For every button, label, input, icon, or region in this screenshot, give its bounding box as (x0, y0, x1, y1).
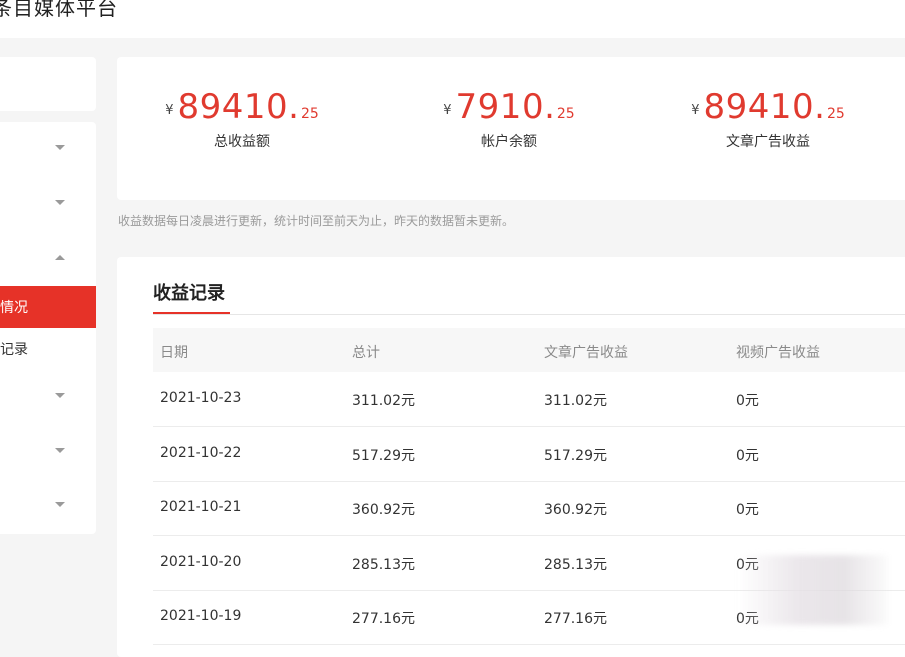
date-cell: 2021-10-22 (160, 445, 242, 461)
column-header-article-ad: 文章广告收益 (544, 345, 628, 361)
currency-symbol: ¥ (443, 103, 452, 118)
amount-dot: . (544, 87, 555, 127)
chevron-down-icon (55, 393, 65, 398)
stat-label: 帐户余额 (481, 134, 537, 150)
amount-decimal: 25 (556, 106, 575, 122)
video-ad-cell: 0元 (736, 448, 759, 464)
sidebar-item-7[interactable] (0, 430, 96, 472)
table-row: 2021-10-21 360.92元 360.92元 0元 (153, 481, 905, 536)
stat-amount: ¥7910. 25 (419, 87, 599, 127)
article-ad-cell: 311.02元 (544, 393, 607, 409)
tab-income-records[interactable]: 收益记录 (153, 279, 225, 305)
chevron-up-icon (55, 255, 65, 260)
sidebar-item-income-records[interactable]: 记录 (0, 328, 96, 370)
amount-decimal: 25 (300, 106, 319, 122)
stat-account-balance: ¥7910. 25 帐户余额 (419, 87, 599, 151)
column-header-video-ad: 视频广告收益 (736, 345, 820, 361)
column-header-date: 日期 (160, 345, 188, 361)
amount-decimal: 25 (826, 106, 845, 122)
table-row: 2021-10-23 311.02元 311.02元 0元 (153, 372, 905, 427)
amount-dot: . (814, 87, 825, 127)
sidebar-header-panel (0, 57, 96, 111)
update-note: 收益数据每日凌晨进行更新，统计时间至前天为止，昨天的数据暂未更新。 (118, 214, 515, 228)
chevron-down-icon (55, 448, 65, 453)
stat-total-income: ¥89410. 25 总收益额 (152, 87, 332, 151)
stat-label: 总收益额 (214, 134, 270, 150)
sidebar-item-label: 情况 (0, 300, 28, 316)
chevron-down-icon (55, 145, 65, 150)
stat-label: 文章广告收益 (726, 134, 810, 150)
article-ad-cell: 277.16元 (544, 611, 607, 627)
currency-symbol: ¥ (165, 103, 174, 118)
column-header-total: 总计 (352, 345, 380, 361)
date-cell: 2021-10-21 (160, 499, 242, 515)
sidebar-item-income-overview[interactable]: 情况 (0, 286, 96, 328)
total-cell: 517.29元 (352, 448, 415, 464)
sidebar-item-label: 记录 (0, 342, 28, 358)
sidebar-item-6[interactable] (0, 375, 96, 417)
chevron-down-icon (55, 502, 65, 507)
date-cell: 2021-10-23 (160, 390, 242, 406)
amount-integer: 7910 (455, 87, 545, 127)
blurred-watermark (738, 555, 888, 625)
total-cell: 277.16元 (352, 611, 415, 627)
article-ad-cell: 285.13元 (544, 557, 607, 573)
table-row: 2021-10-22 517.29元 517.29元 0元 (153, 427, 905, 482)
sidebar-menu: 情况 记录 (0, 122, 96, 534)
article-ad-cell: 517.29元 (544, 448, 607, 464)
sidebar-item-8[interactable] (0, 484, 96, 526)
article-ad-cell: 360.92元 (544, 502, 607, 518)
divider (153, 314, 905, 315)
stat-amount: ¥89410. 25 (678, 87, 858, 127)
date-cell: 2021-10-19 (160, 608, 242, 624)
amount-integer: 89410 (177, 87, 289, 127)
total-cell: 360.92元 (352, 502, 415, 518)
app-title: 条目媒体平台 (0, 0, 118, 20)
stat-amount: ¥89410. 25 (152, 87, 332, 127)
currency-symbol: ¥ (691, 103, 700, 118)
video-ad-cell: 0元 (736, 393, 759, 409)
sidebar-item-3[interactable] (0, 237, 96, 279)
sidebar-item-1[interactable] (0, 127, 96, 169)
stat-article-ad-income: ¥89410. 25 文章广告收益 (678, 87, 858, 151)
sidebar-item-2[interactable] (0, 182, 96, 224)
income-summary-card: ¥89410. 25 总收益额 ¥7910. 25 帐户余额 ¥89410. 25 文… (117, 57, 905, 200)
amount-dot: . (288, 87, 299, 127)
top-bar: 条目媒体平台 (0, 0, 905, 38)
chevron-down-icon (55, 200, 65, 205)
total-cell: 285.13元 (352, 557, 415, 573)
amount-integer: 89410 (703, 87, 815, 127)
date-cell: 2021-10-20 (160, 554, 242, 570)
total-cell: 311.02元 (352, 393, 415, 409)
video-ad-cell: 0元 (736, 502, 759, 518)
table-header: 日期 总计 文章广告收益 视频广告收益 (153, 328, 905, 372)
